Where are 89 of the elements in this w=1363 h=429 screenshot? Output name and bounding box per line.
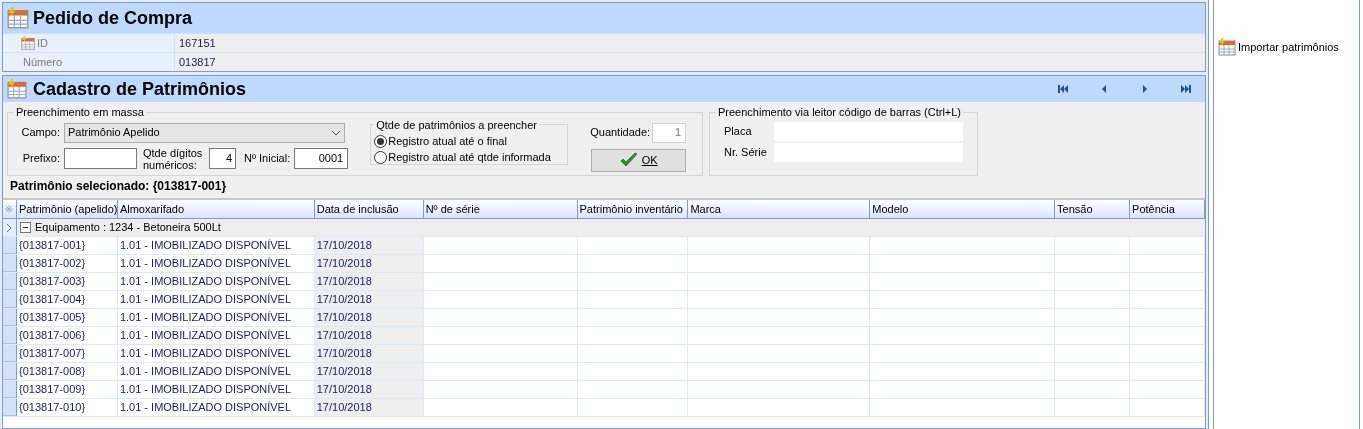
row-selector[interactable] [3,381,17,398]
column-header[interactable]: Modelo [870,200,1056,218]
row-selector[interactable] [3,255,17,272]
table-cell-text: 1.01 - IMOBILIZADO DISPONÍVEL [119,400,292,416]
table-icon [21,36,35,50]
column-header[interactable]: Tensão [1055,200,1131,218]
next-record-icon[interactable] [1140,85,1150,93]
table-cell-text: 1.01 - IMOBILIZADO DISPONÍVEL [119,292,292,308]
column-header[interactable]: Almoxarifado [117,200,315,218]
field-label: Campo: [20,125,60,141]
field-label: ID [37,35,48,51]
collapse-toggle[interactable] [20,222,31,233]
table-cell-text: {013817-007} [19,346,86,362]
table-cell-text: 17/10/2018 [316,364,372,380]
row-selector[interactable] [3,327,17,344]
table-cell-text: {013817-002} [19,256,86,272]
table-cell-text: 1.01 - IMOBILIZADO DISPONÍVEL [119,238,292,254]
table-cell-text: 17/10/2018 [316,328,372,344]
radio-button[interactable] [374,134,388,148]
chevron-down-icon [331,129,341,136]
prefix-field[interactable] [64,148,137,169]
quantity-field[interactable]: 1 [652,122,687,143]
field-label: Nr. Série [724,144,768,160]
row-selector[interactable] [3,291,17,308]
digits-field[interactable]: 4 [209,148,236,169]
row-selector[interactable] [3,363,17,380]
asterisk-icon [5,205,14,213]
field-value: 013817 [179,54,216,70]
table-cell-text: {013817-004} [19,292,86,308]
table-cell-text: {013817-010} [19,400,86,416]
section-title: Pedido de Compra [33,6,193,30]
row-pointer-icon [7,223,12,232]
table-cell-text: 17/10/2018 [316,292,372,308]
field-label: Prefixo: [21,151,60,167]
checkmark-icon [619,152,638,168]
table-icon [1218,38,1236,56]
table-cell-text: 1.01 - IMOBILIZADO DISPONÍVEL [119,364,292,380]
table-cell-text: 1.01 - IMOBILIZADO DISPONÍVEL [119,382,292,398]
dropdown[interactable]: Patrimônio Apelido [64,122,345,143]
table-cell-text: {013817-003} [19,274,86,290]
table-cell-text: {013817-008} [19,364,86,380]
table-cell-text: {013817-001} [19,238,86,254]
field-label: Nº Inicial: [244,151,291,167]
selected-asset-text: Patrimônio selecionado: {013817-001} [9,178,227,195]
column-header[interactable]: Patrimônio inventário [577,200,689,218]
table-cell-text: 1.01 - IMOBILIZADO DISPONÍVEL [119,310,292,326]
group-title: Preenchimento em massa [15,105,145,120]
column-header[interactable]: Data de inclusão [314,200,424,218]
table-cell-text: {013817-009} [19,382,86,398]
field-label: Qtde dígitos numéricos: [143,146,204,171]
table-cell-text: 1.01 - IMOBILIZADO DISPONÍVEL [119,256,292,272]
group-title: Preenchimento via leitor código de barras (Ctrl+L) [717,105,963,120]
table-cell-text: 17/10/2018 [316,346,372,362]
table-cell-text: 17/10/2018 [316,238,372,254]
table-cell-text: {013817-005} [19,310,86,326]
row-selector[interactable] [3,273,17,290]
column-header[interactable]: Nº de série [423,200,578,218]
first-record-icon[interactable] [1058,85,1068,93]
table-cell-text: 1.01 - IMOBILIZADO DISPONÍVEL [119,328,292,344]
field-label: Quantidade: [590,125,651,141]
import-assets-link[interactable]: Importar patrimônios [1218,38,1359,56]
table-cell-text: 1.01 - IMOBILIZADO DISPONÍVEL [119,346,292,362]
initial-number-field[interactable]: 0001 [294,148,349,169]
table-icon [7,7,29,29]
table-cell-text: 1.01 - IMOBILIZADO DISPONÍVEL [119,274,292,290]
column-header[interactable]: Potência [1130,200,1205,218]
radio-option[interactable]: Registro atual até o final [374,133,565,149]
row-selector[interactable] [3,399,17,416]
table-cell-text: 17/10/2018 [316,310,372,326]
radio-button[interactable] [374,150,388,164]
table-icon [7,79,27,99]
row-selector[interactable] [3,345,17,362]
table-cell-text: 17/10/2018 [316,274,372,290]
column-header[interactable]: Marca [688,200,871,218]
row-selector[interactable] [3,309,17,326]
group-title: Qtde de patrimônios a preencher [375,117,539,133]
field-value: 167151 [179,35,216,51]
table-cell-text: {013817-006} [19,328,86,344]
last-record-icon[interactable] [1181,85,1191,93]
field-label: Placa [724,123,753,139]
column-header[interactable]: Patrimônio (apelido) [17,200,118,218]
section-title: Cadastro de Patrimônios [33,77,247,101]
table-cell-text: 17/10/2018 [316,256,372,272]
radio-option[interactable]: Registro atual até qtde informada [374,149,565,165]
field-label: Número [22,54,63,70]
table-cell-text: 17/10/2018 [316,382,372,398]
table-cell-text: 17/10/2018 [316,400,372,416]
ok-button[interactable]: OK [591,148,687,172]
group-row-label: Equipamento : 1234 - Betoneira 500Lt [35,220,221,236]
